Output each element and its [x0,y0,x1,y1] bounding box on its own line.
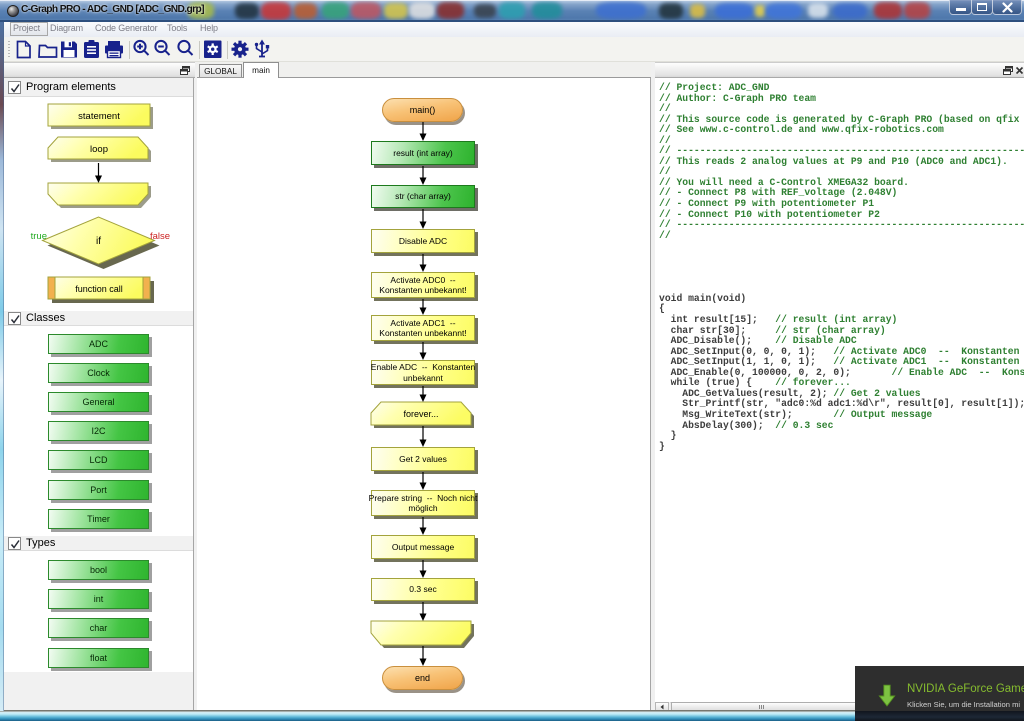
svg-text:statement: statement [78,111,120,122]
svg-text:false: false [150,231,170,242]
svg-text:if: if [96,236,101,247]
svg-text:loop: loop [90,144,108,155]
svg-text:true: true [31,231,47,242]
svg-text:function call: function call [75,284,123,294]
svg-text:forever...: forever... [403,409,438,419]
